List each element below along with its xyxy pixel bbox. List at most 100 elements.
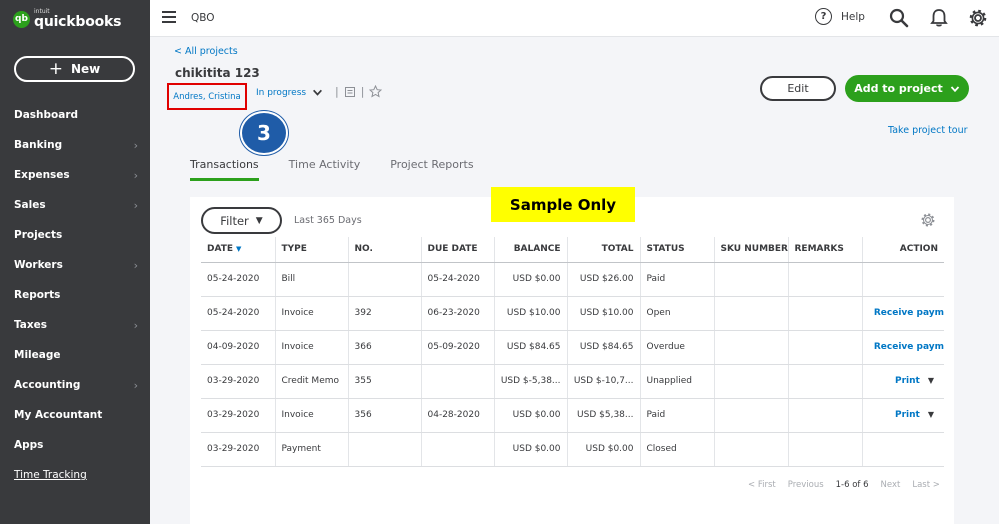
sidebar-item-workers[interactable]: Workers › <box>0 250 150 280</box>
top-bar: QBO ? Help <box>150 0 999 37</box>
cell-total: USD $-10,7... <box>566 364 640 399</box>
sidebar-item-reports[interactable]: Reports <box>0 280 150 310</box>
cell-due <box>420 432 494 467</box>
cell-sku <box>713 398 788 433</box>
logo-brand-text: quickbooks <box>34 14 122 30</box>
all-projects-link[interactable]: < All projects <box>174 46 238 57</box>
chevron-right-icon: › <box>133 378 138 392</box>
column-header-remarks[interactable]: REMARKS <box>787 237 862 263</box>
pager-previous[interactable]: Previous <box>788 480 824 490</box>
project-page: < All projects chikitita 123 Andres, Cri… <box>150 37 999 524</box>
table-settings-icon[interactable] <box>920 212 936 228</box>
menu-icon[interactable] <box>162 11 176 23</box>
pager-first[interactable]: < First <box>748 480 776 490</box>
column-header-status[interactable]: STATUS <box>639 237 714 263</box>
sidebar-item-label: Workers <box>14 259 63 271</box>
add-to-project-button[interactable]: Add to project <box>845 75 969 102</box>
sidebar-item-label: Banking <box>14 139 63 151</box>
column-header-balance[interactable]: BALANCE <box>493 237 567 263</box>
table-row[interactable]: 04-09-2020 Invoice 366 05-09-2020 USD $84.65… <box>201 330 944 365</box>
sidebar-item-dashboard[interactable]: Dashboard <box>0 100 150 130</box>
column-header-sku-number[interactable]: SKU NUMBER <box>713 237 788 263</box>
sidebar-item-time-tracking[interactable]: Time Tracking <box>0 460 150 490</box>
help-button[interactable]: ? Help <box>815 8 865 25</box>
table-row[interactable]: 05-24-2020 Bill 05-24-2020 USD $0.00 USD $26… <box>201 262 944 297</box>
cell-action: Print ▼ <box>861 398 944 433</box>
cell-sku <box>713 330 788 365</box>
column-header-no[interactable]: NO. <box>347 237 421 263</box>
cell-sku <box>713 364 788 399</box>
cell-balance: USD $0.00 <box>493 262 567 297</box>
table-row[interactable]: 05-24-2020 Invoice 392 06-23-2020 USD $10.00… <box>201 296 944 331</box>
sidebar-item-my-accountant[interactable]: My Accountant <box>0 400 150 430</box>
column-header-date[interactable]: DATE ▼ <box>201 237 275 263</box>
column-header-due-date[interactable]: DUE DATE <box>420 237 494 263</box>
project-tour-link[interactable]: Take project tour <box>888 125 968 136</box>
cell-remarks <box>787 398 862 433</box>
sidebar-item-label: Accounting <box>14 379 81 391</box>
sidebar-item-accounting[interactable]: Accounting › <box>0 370 150 400</box>
tab-transactions[interactable]: Transactions <box>190 158 259 181</box>
notes-icon[interactable] <box>344 86 356 98</box>
tab-time-activity[interactable]: Time Activity <box>289 158 361 181</box>
new-button[interactable]: + New <box>14 56 135 82</box>
receive-payment-link[interactable]: Receive paym <box>874 342 944 352</box>
print-button[interactable]: Print ▼ <box>895 410 934 420</box>
cell-total: USD $26.00 <box>566 262 640 297</box>
print-button[interactable]: Print ▼ <box>895 376 934 386</box>
sidebar-item-label: Reports <box>14 289 61 301</box>
cell-date: 05-24-2020 <box>201 296 275 331</box>
cell-status: Closed <box>639 432 714 467</box>
sidebar-item-projects[interactable]: Projects <box>0 220 150 250</box>
cell-balance: USD $84.65 <box>493 330 567 365</box>
status-dropdown[interactable]: In progress <box>256 87 323 98</box>
pager-last[interactable]: Last > <box>912 480 940 490</box>
sample-only-banner: Sample Only <box>491 187 635 222</box>
chevron-right-icon: › <box>133 138 138 152</box>
cell-no: 355 <box>347 364 421 399</box>
sidebar-item-expenses[interactable]: Expenses › <box>0 160 150 190</box>
pagination: < First Previous 1-6 of 6 Next Last > <box>748 480 952 490</box>
cell-date: 05-24-2020 <box>201 262 275 297</box>
quickbooks-logo[interactable]: qb intuit quickbooks <box>13 9 122 30</box>
cell-date: 03-29-2020 <box>201 364 275 399</box>
table-row[interactable]: 03-29-2020 Credit Memo 355 USD $-5,38... USD… <box>201 364 944 399</box>
sidebar-item-label: Expenses <box>14 169 70 181</box>
cell-remarks <box>787 330 862 365</box>
bell-icon[interactable] <box>929 8 949 28</box>
star-icon[interactable] <box>369 85 383 98</box>
sidebar-item-banking[interactable]: Banking › <box>0 130 150 160</box>
sidebar-item-sales[interactable]: Sales › <box>0 190 150 220</box>
filter-label: Filter <box>220 213 249 228</box>
sidebar-item-label: Sales <box>14 199 46 211</box>
gear-icon[interactable] <box>968 8 988 28</box>
sort-desc-icon: ▼ <box>236 245 242 254</box>
search-icon[interactable] <box>889 8 909 28</box>
table-row[interactable]: 03-29-2020 Invoice 356 04-28-2020 USD $0.00 U… <box>201 398 944 433</box>
tab-project-reports[interactable]: Project Reports <box>390 158 473 181</box>
table-row[interactable]: 03-29-2020 Payment USD $0.00 USD $0.00 Close… <box>201 432 944 467</box>
column-header-total[interactable]: TOTAL <box>566 237 640 263</box>
sidebar-item-taxes[interactable]: Taxes › <box>0 310 150 340</box>
cell-no <box>347 432 421 467</box>
cell-total: USD $0.00 <box>566 432 640 467</box>
column-header-type[interactable]: TYPE <box>274 237 348 263</box>
cell-type: Credit Memo <box>274 364 348 399</box>
cell-due: 05-09-2020 <box>420 330 494 365</box>
sidebar-item-mileage[interactable]: Mileage <box>0 340 150 370</box>
cell-balance: USD $-5,38... <box>493 364 567 399</box>
edit-button[interactable]: Edit <box>760 76 836 101</box>
project-tabs: Transactions Time Activity Project Repor… <box>190 158 504 181</box>
sidebar-item-label: Dashboard <box>14 109 79 121</box>
cell-type: Invoice <box>274 296 348 331</box>
customer-link[interactable]: Andres, Cristina <box>173 92 240 102</box>
new-button-label: New <box>70 62 101 76</box>
sidebar-item-apps[interactable]: Apps <box>0 430 150 460</box>
cell-sku <box>713 296 788 331</box>
pager-next[interactable]: Next <box>881 480 901 490</box>
project-header-icons: | | <box>330 85 383 98</box>
cell-total: USD $84.65 <box>566 330 640 365</box>
cell-balance: USD $0.00 <box>493 398 567 433</box>
filter-button[interactable]: Filter ▼ <box>201 207 282 234</box>
receive-payment-link[interactable]: Receive paym <box>874 308 944 318</box>
